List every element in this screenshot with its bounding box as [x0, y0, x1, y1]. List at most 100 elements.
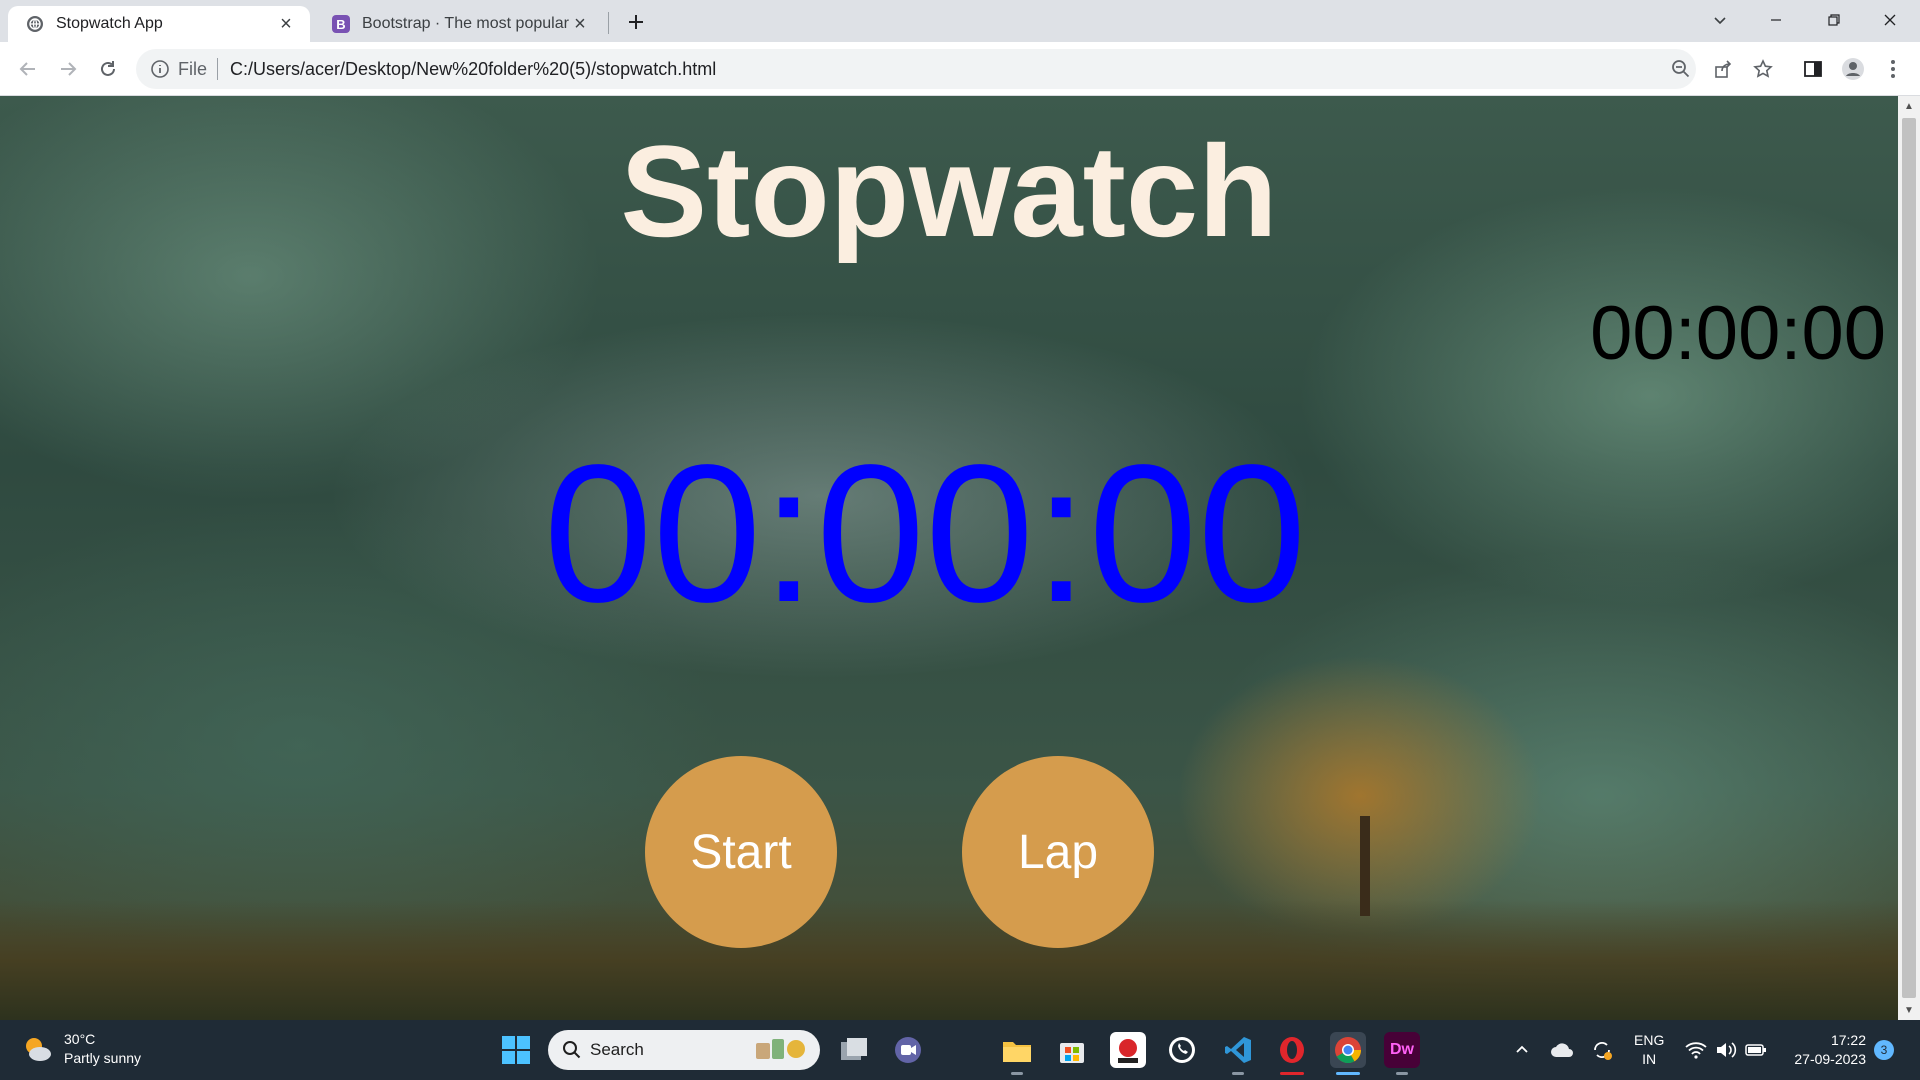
- scheme-label: File: [178, 58, 208, 79]
- scroll-thumb[interactable]: [1902, 118, 1916, 998]
- page-title: Stopwatch: [620, 118, 1278, 264]
- lap-time-display: 00:00:00: [1590, 291, 1886, 376]
- browser-toolbar: File C:/Users/acer/Desktop/New%20folder%…: [0, 42, 1920, 96]
- opera-indicator: [1280, 1072, 1304, 1075]
- tab-title: Bootstrap · The most popular HTML: [362, 15, 570, 32]
- tab-strip: Stopwatch App × B Bootstrap · The most p…: [0, 0, 1920, 42]
- forward-button[interactable]: [52, 53, 84, 85]
- close-window-button[interactable]: [1862, 0, 1918, 40]
- side-panel-icon: [1804, 61, 1822, 77]
- search-placeholder: Search: [590, 1040, 644, 1059]
- chevron-up-icon: [1516, 1045, 1528, 1053]
- arrow-left-icon: [19, 62, 35, 76]
- bookmark-button[interactable]: [1750, 56, 1776, 82]
- onedrive-tray-button[interactable]: [1550, 1038, 1574, 1062]
- vscode-indicator: [1232, 1072, 1244, 1075]
- minimize-button[interactable]: [1748, 0, 1804, 40]
- microsoft-store-button[interactable]: [1054, 1032, 1090, 1068]
- opera-icon: [1280, 1037, 1304, 1063]
- search-icon: [563, 1041, 581, 1059]
- task-view-icon: [841, 1038, 867, 1060]
- battery-icon: [1745, 1044, 1766, 1056]
- chevron-down-icon: [1714, 17, 1726, 25]
- speaker-icon: [1717, 1042, 1737, 1058]
- vertical-scrollbar[interactable]: ▲ ▼: [1898, 96, 1920, 1020]
- zoom-out-icon: [1672, 60, 1690, 78]
- chrome-icon: [1335, 1037, 1362, 1064]
- whatsapp-button[interactable]: [1164, 1032, 1200, 1068]
- reload-icon: [101, 61, 115, 76]
- vscode-button[interactable]: [1220, 1032, 1256, 1068]
- minimize-icon: [1771, 19, 1781, 21]
- restore-button[interactable]: [1806, 0, 1862, 40]
- stopwatch-display: 00:00:00: [543, 424, 1307, 643]
- address-separator: [217, 58, 219, 80]
- page-viewport: Stopwatch 00:00:00 00:00:00 Start Lap: [0, 96, 1898, 1020]
- notification-badge[interactable]: 3: [1874, 1040, 1894, 1060]
- zoom-button[interactable]: [1668, 56, 1694, 82]
- vscode-icon: [1225, 1037, 1251, 1063]
- avatar-icon: [1842, 58, 1864, 80]
- chrome-indicator: [1336, 1072, 1360, 1075]
- windows-start-icon[interactable]: [500, 1034, 532, 1066]
- bootstrap-logo-icon: B: [332, 15, 350, 33]
- cs-eagle-button[interactable]: [1110, 1032, 1146, 1068]
- background-ground: [0, 900, 1898, 1020]
- sync-tray-button[interactable]: [1590, 1038, 1614, 1062]
- task-view-button[interactable]: [836, 1032, 872, 1068]
- new-tab-button[interactable]: [622, 8, 650, 36]
- lap-button[interactable]: Lap: [962, 756, 1154, 948]
- back-button[interactable]: [12, 53, 44, 85]
- profile-button[interactable]: [1840, 56, 1866, 82]
- tab-bootstrap[interactable]: B Bootstrap · The most popular HTML ×: [314, 6, 604, 42]
- clock-time: 17:22: [1830, 1032, 1866, 1048]
- share-button[interactable]: [1710, 56, 1736, 82]
- plus-icon: [629, 15, 643, 29]
- chrome-button[interactable]: [1330, 1032, 1366, 1068]
- start-button[interactable]: Start: [645, 756, 837, 948]
- weather-condition: Partly sunny: [64, 1050, 142, 1066]
- url-text[interactable]: C:/Users/acer/Desktop/New%20folder%20(5)…: [230, 59, 716, 80]
- clock-date: 27-09-2023: [1794, 1051, 1866, 1067]
- close-icon: [1884, 14, 1896, 26]
- tab-separator: [608, 12, 609, 34]
- more-vertical-icon: [1891, 60, 1895, 78]
- volume-tray-button[interactable]: [1714, 1038, 1738, 1062]
- tab-search-button[interactable]: [1692, 0, 1748, 40]
- battery-tray-button[interactable]: [1744, 1038, 1768, 1062]
- taskbar-search[interactable]: Search: [548, 1030, 820, 1070]
- share-icon: [1715, 60, 1732, 78]
- side-panel-button[interactable]: [1800, 56, 1826, 82]
- store-icon: [1060, 1043, 1084, 1063]
- menu-button[interactable]: [1880, 56, 1906, 82]
- star-icon: [1753, 59, 1773, 78]
- close-tab-icon[interactable]: ×: [570, 13, 590, 35]
- file-explorer-indicator: [1011, 1072, 1023, 1075]
- address-bar[interactable]: File C:/Users/acer/Desktop/New%20folder%…: [136, 49, 1696, 89]
- info-icon[interactable]: [150, 59, 170, 79]
- weather-widget[interactable]: 30°C Partly sunny: [20, 1030, 141, 1068]
- wifi-tray-button[interactable]: [1684, 1038, 1708, 1062]
- language-indicator[interactable]: ENG IN: [1634, 1031, 1664, 1069]
- cloud-icon: [1551, 1043, 1573, 1057]
- show-hidden-icons-button[interactable]: [1510, 1038, 1534, 1062]
- scroll-up-arrow[interactable]: ▲: [1898, 96, 1920, 116]
- dreamweaver-button[interactable]: Dw: [1384, 1032, 1420, 1068]
- dreamweaver-indicator: [1396, 1072, 1408, 1075]
- whatsapp-icon: [1169, 1037, 1195, 1063]
- language-code: ENG: [1634, 1032, 1665, 1048]
- search-highlight-icon: [756, 1039, 805, 1059]
- tab-title: Stopwatch App: [56, 15, 163, 32]
- close-tab-icon[interactable]: ×: [276, 13, 296, 35]
- partly-sunny-icon: [26, 1038, 51, 1061]
- scroll-down-arrow[interactable]: ▼: [1898, 1000, 1920, 1020]
- file-explorer-button[interactable]: [999, 1032, 1035, 1068]
- background-tree: [1360, 816, 1370, 916]
- reload-button[interactable]: [92, 53, 124, 85]
- tab-stopwatch-app[interactable]: Stopwatch App ×: [8, 6, 310, 42]
- teams-chat-button[interactable]: [890, 1032, 926, 1068]
- opera-button[interactable]: [1274, 1032, 1310, 1068]
- weather-temp: 30°C: [64, 1031, 96, 1047]
- taskbar: 30°C Partly sunny Search Dw ENG IN 17:22…: [0, 1020, 1920, 1080]
- system-clock[interactable]: 17:22 27-09-2023: [1776, 1031, 1866, 1069]
